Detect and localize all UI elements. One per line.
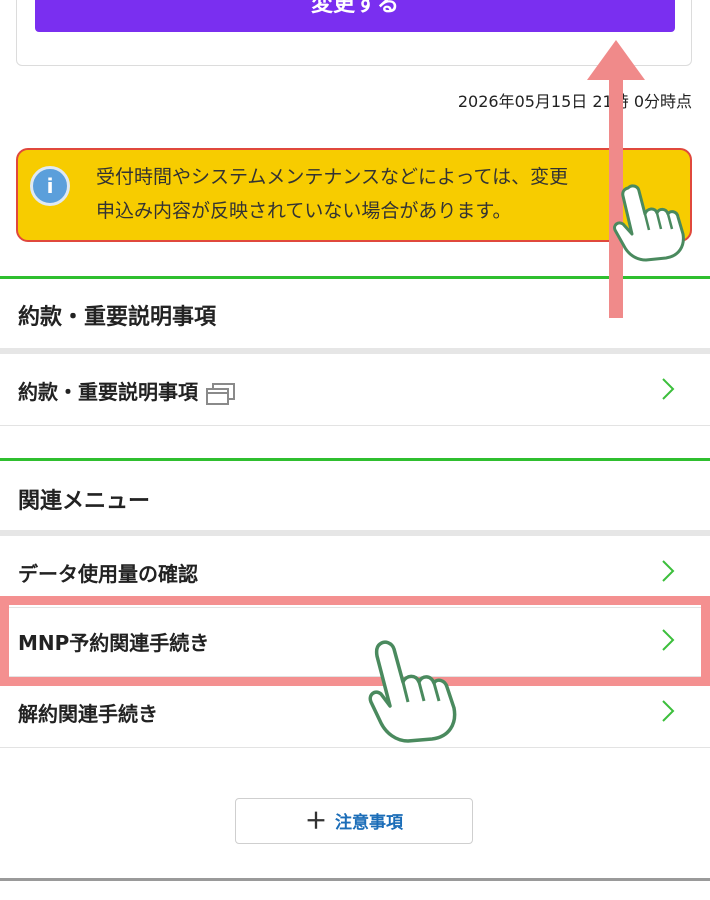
info-icon: i [30, 166, 70, 206]
notice-line-1: 受付時間やシステムメンテナンスなどによっては、変更 [96, 166, 569, 188]
terms-link-label: 約款・重要説明事項 [18, 376, 236, 405]
chevron-right-icon [662, 378, 675, 400]
mnp-highlight-frame [0, 596, 710, 686]
related-item-label: 解約関連手続き [18, 702, 158, 726]
footer-divider [0, 878, 710, 881]
timestamp: 2026年05月15日 21時 0分時点 [457, 92, 692, 111]
chevron-right-icon [662, 700, 675, 722]
caution-toggle-button[interactable]: ＋ 注意事項 [235, 798, 473, 844]
notice-text: 受付時間やシステムメンテナンスなどによっては、変更 申込み内容が反映されていない… [96, 160, 686, 228]
terms-section-title: 約款・重要説明事項 [18, 305, 217, 330]
plus-icon: ＋ [304, 809, 327, 835]
notice-box: i 受付時間やシステムメンテナンスなどによっては、変更 申込み内容が反映されてい… [16, 148, 692, 242]
caution-label: 注意事項 [335, 812, 403, 833]
terms-section-header: 約款・重要説明事項 [0, 276, 710, 348]
notice-line-2: 申込み内容が反映されていない場合があります。 [96, 200, 512, 222]
related-section-header: 関連メニュー [0, 458, 710, 530]
terms-link-row[interactable]: 約款・重要説明事項 [0, 354, 710, 426]
change-button[interactable]: 変更する [35, 0, 675, 32]
related-section-title: 関連メニュー [18, 489, 151, 514]
related-item-cancellation[interactable]: 解約関連手続き [0, 676, 710, 748]
chevron-right-icon [662, 560, 675, 582]
related-item-label: データ使用量の確認 [18, 562, 198, 586]
external-window-icon [206, 382, 235, 405]
terms-link-text: 約款・重要説明事項 [18, 380, 198, 404]
